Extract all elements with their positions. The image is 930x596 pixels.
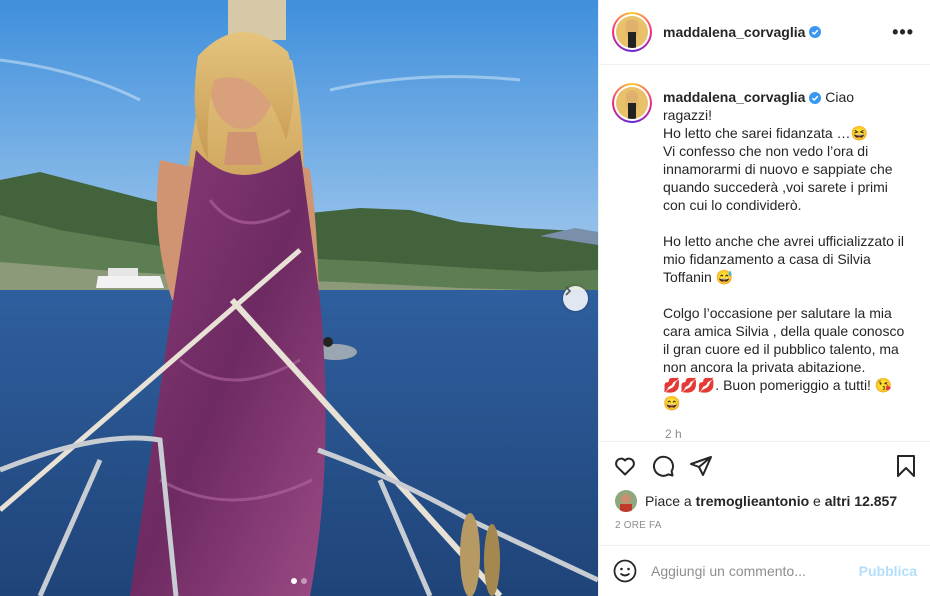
bookmark-icon [897,454,915,477]
caption-row: maddalena_corvaglia Ciao ragazzi! Ho let… [612,82,914,412]
comment-input[interactable] [651,563,851,580]
heart-icon [615,457,635,476]
post-date[interactable]: 2 ORE FA [599,512,930,545]
carousel-dot [291,578,297,584]
save-button[interactable] [894,454,918,478]
photo-illustration [0,0,598,596]
post-side-panel: maddalena_corvaglia ••• maddalena_corvag… [598,0,930,596]
like-button[interactable] [613,454,637,478]
share-button[interactable] [689,454,713,478]
likes-row: Piace a tremoglieantonio e altri 12.857 [599,489,930,512]
post-header: maddalena_corvaglia ••• [599,0,930,65]
caption-paragraph: Vi confesso che non vedo l’ora di innamo… [663,142,893,213]
emoji-icon [613,559,637,583]
likes-count[interactable]: altri 12.857 [825,493,897,509]
avatar[interactable] [612,11,652,52]
action-bar [599,440,930,490]
caption-username[interactable]: maddalena_corvaglia [663,89,805,105]
avatar-image [616,15,648,48]
post-dialog: maddalena_corvaglia ••• maddalena_corvag… [0,0,930,596]
comment-button[interactable] [651,454,675,478]
caption-paragraph: Ho letto anche che avrei ufficializzato … [663,232,904,285]
comment-icon [652,455,674,477]
add-comment-bar: Pubblica [599,545,930,596]
post-caption: maddalena_corvaglia Ciao ragazzi! Ho let… [663,88,906,412]
comments-area: maddalena_corvaglia Ciao ragazzi! Ho let… [599,65,930,441]
avatar[interactable] [612,82,652,123]
liker-avatar-image [615,489,637,512]
avatar-image [616,86,648,119]
caption-paragraph: Colgo l’occasione per salutare la mia ca… [663,304,905,375]
likes-prefix: Piace a [645,492,692,509]
carousel-indicator [0,578,598,584]
liker-username[interactable]: tremoglieantonio [696,493,810,509]
emoji-button[interactable] [613,559,637,583]
verified-icon [809,25,822,38]
likes-conjunction: e [813,492,821,509]
liker-avatar[interactable] [615,489,637,512]
carousel-dot [301,578,307,584]
caption-timestamp[interactable]: 2 h [665,427,914,441]
caption-paragraph: 💋💋💋. Buon pomeriggio a tutti! 😘😄 [663,376,893,411]
header-username[interactable]: maddalena_corvaglia [663,24,805,40]
verified-icon [809,91,822,104]
publish-button[interactable]: Pubblica [859,563,917,579]
more-options-button[interactable]: ••• [892,23,914,41]
share-icon [690,455,712,476]
next-photo-button[interactable] [563,286,588,311]
caption-line: Ho letto che sarei fidanzata …😆 [663,124,868,141]
chevron-right-icon [565,286,572,296]
post-photo[interactable] [0,0,598,596]
